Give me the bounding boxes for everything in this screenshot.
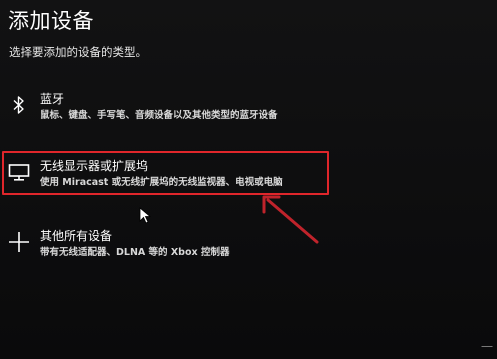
- option-bluetooth[interactable]: 蓝牙 鼠标、键盘、手写笔、音频设备以及其他类型的蓝牙设备: [0, 90, 497, 136]
- option-bluetooth-desc: 鼠标、键盘、手写笔、音频设备以及其他类型的蓝牙设备: [40, 110, 278, 121]
- dialog-subtitle: 选择要添加的设备的类型。: [9, 45, 147, 59]
- option-other-devices-desc: 带有无线适配器、DLNA 等的 Xbox 控制器: [40, 247, 230, 258]
- option-bluetooth-label: 蓝牙: [40, 92, 65, 106]
- corner-glyph: 一: [480, 340, 493, 354]
- bluetooth-icon: [6, 90, 32, 120]
- annotation-arrow-icon: [262, 195, 319, 244]
- add-device-dialog: 添加设备 选择要添加的设备的类型。 蓝牙 鼠标、键盘、手写笔、音频设备以及其他类…: [0, 0, 497, 359]
- plus-icon: [6, 227, 32, 257]
- mouse-cursor-icon: [139, 207, 151, 224]
- dialog-title: 添加设备: [8, 9, 94, 33]
- option-other-devices-label: 其他所有设备: [40, 229, 113, 243]
- option-other-devices[interactable]: 其他所有设备 带有无线适配器、DLNA 等的 Xbox 控制器: [0, 227, 497, 273]
